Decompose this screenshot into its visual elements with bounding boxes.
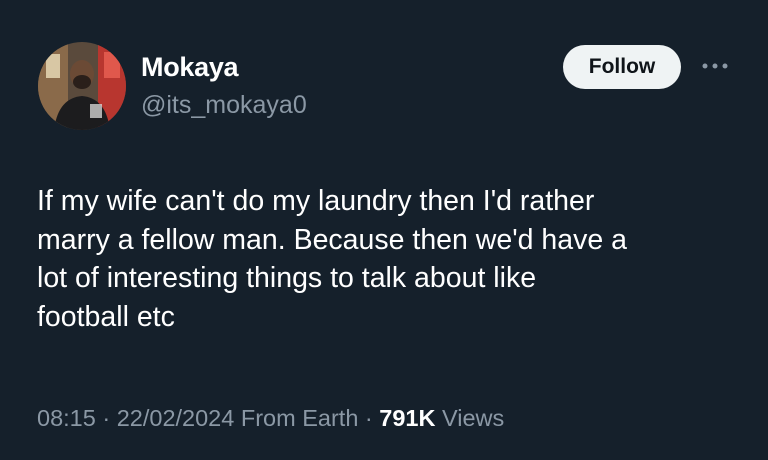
tweet-date[interactable]: 22/02/2024 bbox=[117, 405, 235, 431]
profile-photo-icon bbox=[38, 42, 126, 130]
tweet-meta: 08:15 · 22/02/2024 From Earth · 791K Vie… bbox=[37, 405, 504, 432]
meta-separator: · bbox=[102, 405, 111, 431]
views-label[interactable]: Views bbox=[442, 405, 504, 431]
views-count[interactable]: 791K bbox=[379, 405, 435, 431]
tweet-source: From Earth bbox=[240, 405, 359, 431]
follow-button[interactable]: Follow bbox=[563, 45, 681, 89]
tweet-time[interactable]: 08:15 bbox=[37, 405, 96, 431]
avatar[interactable] bbox=[38, 42, 126, 130]
meta-separator: · bbox=[364, 405, 373, 431]
more-options-icon[interactable] bbox=[700, 58, 730, 74]
tweet-card: Mokaya @its_mokaya0 Follow If my wife ca… bbox=[0, 0, 768, 460]
display-name[interactable]: Mokaya bbox=[141, 52, 239, 83]
tweet-text: If my wife can't do my laundry then I'd … bbox=[37, 185, 627, 333]
user-handle[interactable]: @its_mokaya0 bbox=[141, 91, 307, 120]
